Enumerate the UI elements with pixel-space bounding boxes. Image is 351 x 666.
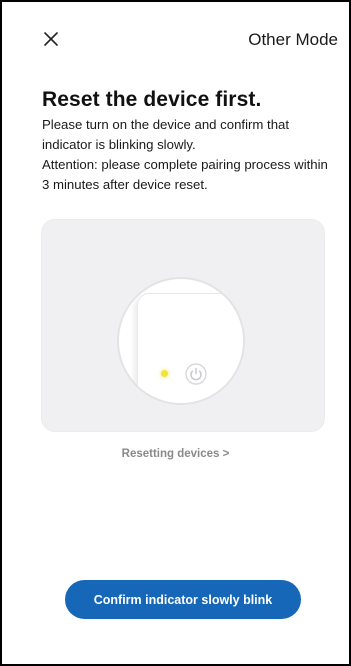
magnifier-circle — [117, 277, 245, 405]
indicator-light — [161, 370, 168, 377]
other-mode-link[interactable]: Other Mode — [248, 30, 338, 50]
top-bar: Other Mode — [2, 20, 349, 60]
close-icon — [44, 32, 58, 46]
attention-text: Attention: please complete pairing proce… — [42, 157, 328, 192]
instruction-text: Please turn on the device and confirm th… — [42, 117, 290, 152]
close-button[interactable] — [38, 26, 64, 52]
page-title: Reset the device first. — [42, 88, 262, 111]
resetting-devices-link[interactable]: Resetting devices > — [2, 448, 349, 460]
power-icon — [185, 363, 207, 385]
confirm-blink-button[interactable]: Confirm indicator slowly blink — [65, 580, 301, 619]
device-illustration — [41, 219, 325, 432]
instructions: Please turn on the device and confirm th… — [42, 115, 332, 195]
screen-frame: Other Mode Reset the device first. Pleas… — [0, 0, 351, 666]
device-image — [137, 293, 243, 403]
